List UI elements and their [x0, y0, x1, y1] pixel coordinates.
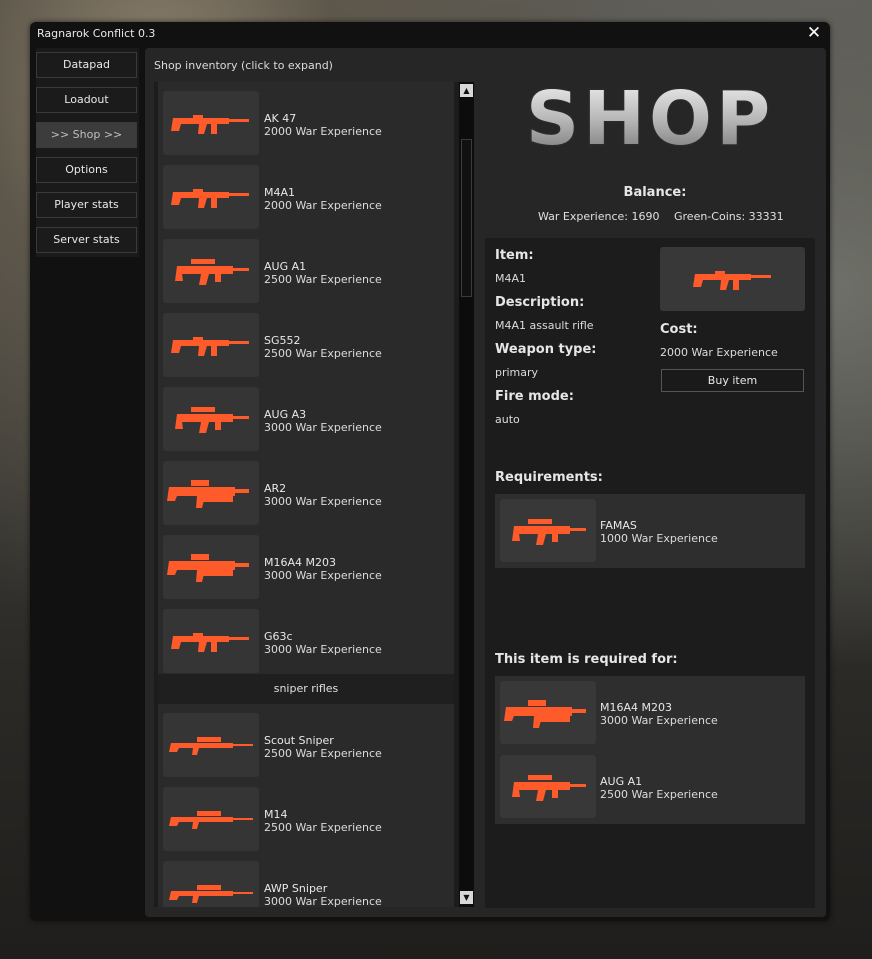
inventory-item-sg552[interactable]: SG552 2500 War Experience: [158, 304, 454, 378]
nav-sidebar: [36, 48, 139, 257]
item-name: AUG A1: [264, 260, 307, 273]
item-value: M4A1: [495, 272, 527, 285]
balance-green-coins: Green-Coins: 33331: [674, 210, 784, 223]
cost-label: Cost:: [660, 322, 698, 337]
scout-sniper-icon: [169, 737, 253, 755]
item-cost: 2500 War Experience: [264, 747, 382, 760]
inventory-item-ak47[interactable]: AK 47 2000 War Experience: [158, 82, 454, 156]
required-for-cost: 2500 War Experience: [600, 788, 718, 801]
inventory-item-m16a4-m203[interactable]: M16A4 M203 3000 War Experience: [158, 526, 454, 600]
balance-label: Balance:: [623, 185, 687, 200]
nav-player-stats-button[interactable]: Player stats: [36, 192, 137, 218]
required-for-item-aug-a1[interactable]: AUG A1 2500 War Experience: [495, 750, 805, 824]
nav-datapad-button[interactable]: Datapad: [36, 52, 137, 78]
weapon-type-label: Weapon type:: [495, 342, 597, 357]
aug-a1-icon: [175, 259, 249, 285]
m4a1-preview-icon: [693, 271, 771, 290]
title-bar: Ragnarok Conflict 0.3 ✕: [30, 22, 830, 46]
fire-mode-label: Fire mode:: [495, 389, 574, 404]
m16a4-icon: [167, 554, 249, 582]
required-for-name: M16A4 M203: [600, 701, 672, 714]
category-header-sniper-rifles[interactable]: sniper rifles: [158, 674, 454, 704]
item-preview: [660, 247, 805, 311]
scroll-up-icon[interactable]: ▲: [460, 84, 473, 97]
requirements-label: Requirements:: [495, 470, 603, 485]
item-name: M14: [264, 808, 288, 821]
scroll-thumb[interactable]: [461, 139, 472, 297]
item-cost: 2000 War Experience: [264, 125, 382, 138]
game-window: Ragnarok Conflict 0.3 ✕ Datapad Loadout …: [30, 22, 830, 921]
inventory-item-g63c[interactable]: G63c 3000 War Experience: [158, 600, 454, 674]
nav-shop-button[interactable]: >> Shop >>: [36, 122, 137, 148]
inventory-list: AK 47 2000 War Experience M4A1 2000 War …: [154, 82, 474, 907]
requirement-cost: 1000 War Experience: [600, 532, 718, 545]
inventory-item-scout-sniper[interactable]: Scout Sniper 2500 War Experience: [158, 704, 454, 778]
close-icon[interactable]: ✕: [804, 23, 824, 43]
aug-a1-icon: [512, 775, 586, 801]
nav-options-button[interactable]: Options: [36, 157, 137, 183]
cost-value: 2000 War Experience: [660, 346, 778, 359]
inventory-item-m14[interactable]: M14 2500 War Experience: [158, 778, 454, 852]
required-for-name: AUG A1: [600, 775, 643, 788]
item-name: AR2: [264, 482, 287, 495]
scroll-down-icon[interactable]: ▼: [460, 891, 473, 904]
inventory-item-ar2[interactable]: AR2 3000 War Experience: [158, 452, 454, 526]
shop-logo: SHOP: [530, 82, 770, 156]
weapon-type-value: primary: [495, 366, 539, 379]
inventory-item-m4a1[interactable]: M4A1 2000 War Experience: [158, 156, 454, 230]
g63c-icon: [171, 633, 249, 652]
fire-mode-value: auto: [495, 413, 520, 426]
inventory-item-aug-a3[interactable]: AUG A3 3000 War Experience: [158, 378, 454, 452]
item-name: AWP Sniper: [264, 882, 328, 895]
item-name: M4A1: [264, 186, 296, 199]
item-name: AK 47: [264, 112, 297, 125]
requirement-name: FAMAS: [600, 519, 637, 532]
ak47-icon: [171, 115, 249, 134]
required-for-box: M16A4 M203 3000 War Experience AUG A1 25…: [495, 676, 805, 824]
item-cost: 3000 War Experience: [264, 421, 382, 434]
inventory-scrollbar[interactable]: ▲ ▼: [459, 82, 474, 907]
item-cost: 3000 War Experience: [264, 895, 382, 907]
item-cost: 2500 War Experience: [264, 821, 382, 834]
nav-loadout-button[interactable]: Loadout: [36, 87, 137, 113]
sg552-icon: [171, 337, 249, 356]
famas-icon: [512, 519, 586, 545]
inventory-item-awp-sniper[interactable]: AWP Sniper 3000 War Experience: [158, 852, 454, 907]
item-name: SG552: [264, 334, 301, 347]
item-name: AUG A3: [264, 408, 307, 421]
item-label: Item:: [495, 248, 534, 263]
window-title: Ragnarok Conflict 0.3: [37, 27, 156, 40]
required-for-label: This item is required for:: [495, 652, 678, 667]
required-for-cost: 3000 War Experience: [600, 714, 718, 727]
description-value: M4A1 assault rifle: [495, 319, 594, 332]
m4a1-icon: [171, 189, 249, 208]
nav-server-stats-button[interactable]: Server stats: [36, 227, 137, 253]
item-name: Scout Sniper: [264, 734, 334, 747]
balance-war-experience: War Experience: 1690: [538, 210, 660, 223]
inventory-item-aug-a1[interactable]: AUG A1 2500 War Experience: [158, 230, 454, 304]
shop-panel: Shop inventory (click to expand) AK 47 2…: [145, 48, 826, 917]
aug-a3-icon: [175, 407, 249, 433]
item-cost: 2500 War Experience: [264, 273, 382, 286]
awp-sniper-icon: [169, 885, 253, 903]
shop-logo-text: SHOP: [530, 82, 770, 156]
item-cost: 3000 War Experience: [264, 495, 382, 508]
m14-icon: [169, 811, 253, 829]
item-name: M16A4 M203: [264, 556, 336, 569]
item-cost: 2500 War Experience: [264, 347, 382, 360]
ar2-icon: [167, 480, 249, 508]
requirements-box: FAMAS 1000 War Experience: [495, 494, 805, 568]
item-cost: 3000 War Experience: [264, 643, 382, 656]
m16a4-icon: [504, 700, 586, 728]
item-cost: 2000 War Experience: [264, 199, 382, 212]
item-name: G63c: [264, 630, 293, 643]
description-label: Description:: [495, 295, 585, 310]
item-detail-panel: Item: M4A1 Description: M4A1 assault rif…: [485, 238, 815, 908]
item-cost: 3000 War Experience: [264, 569, 382, 582]
buy-item-button[interactable]: Buy item: [661, 369, 804, 392]
inventory-title: Shop inventory (click to expand): [154, 59, 333, 72]
